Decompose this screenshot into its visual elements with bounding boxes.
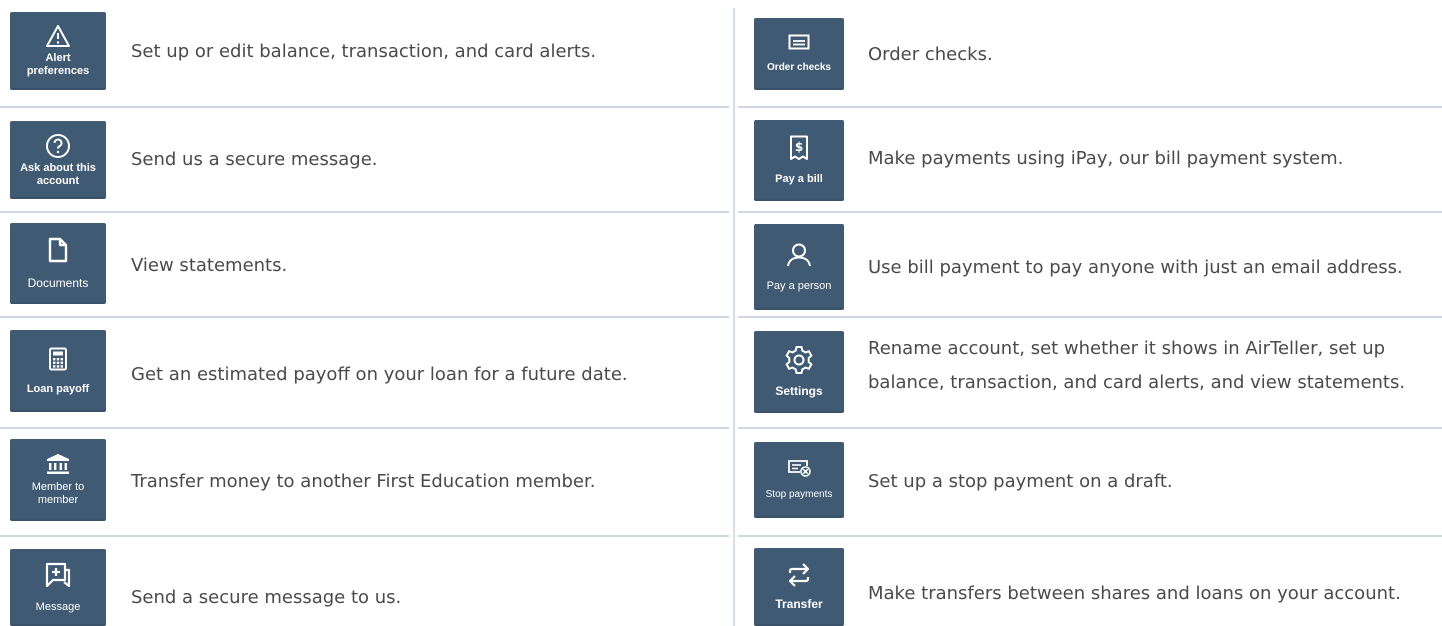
stop-payments-button[interactable]: Stop payments [754, 442, 844, 518]
order-checks-button[interactable]: Order checks [754, 18, 844, 90]
document-icon [47, 237, 69, 263]
action-description: Use bill payment to pay anyone with just… [868, 257, 1403, 278]
action-row-pay-a-person: Pay a person Use bill payment to pay any… [738, 213, 1442, 316]
settings-button[interactable]: Settings [754, 331, 844, 413]
check-card-icon [788, 34, 810, 50]
action-description: Set up or edit balance, transaction, and… [131, 41, 597, 62]
action-row-settings: Settings Rename account, set whether it … [738, 318, 1442, 426]
action-row-loan-payoff: Loan payoff Get an estimated payoff on y… [0, 318, 729, 422]
action-row-member-to-member: Member to member Transfer money to anoth… [0, 429, 729, 535]
transfer-arrows-icon [786, 562, 812, 588]
gear-icon [784, 345, 814, 375]
message-add-icon [44, 561, 72, 589]
action-row-documents: Documents View statements. [0, 213, 729, 316]
action-row-ask-about-account: Ask about this account Send us a secure … [0, 108, 729, 211]
action-description: Make payments using iPay, our bill payme… [868, 148, 1344, 169]
action-description: Get an estimated payoff on your loan for… [131, 364, 628, 385]
alert-triangle-icon [45, 24, 71, 48]
tile-label: Stop payments [765, 489, 833, 501]
question-circle-icon [45, 133, 71, 159]
action-description: Send us a secure message. [131, 149, 378, 170]
tile-label: Ask about this account [20, 161, 96, 187]
stop-payment-icon [787, 459, 811, 478]
action-description: Send a secure message to us. [131, 587, 402, 608]
action-description: Make transfers between shares and loans … [868, 583, 1401, 604]
pay-a-bill-button[interactable]: $ Pay a bill [754, 120, 844, 201]
action-description: Order checks. [868, 44, 993, 65]
pay-a-person-button[interactable]: Pay a person [754, 224, 844, 310]
tile-label: Pay a bill [775, 173, 823, 186]
tile-label: Member to member [31, 481, 85, 506]
receipt-dollar-icon: $ [789, 135, 809, 161]
tile-label: Order checks [767, 62, 831, 74]
transfer-button[interactable]: Transfer [754, 548, 844, 626]
tile-label: Transfer [775, 597, 823, 612]
alert-preferences-button[interactable]: Alert preferences [10, 12, 106, 90]
action-row-order-checks: Order checks Order checks. [738, 0, 1442, 106]
action-description: Transfer money to another First Educatio… [131, 471, 596, 492]
tile-label: Pay a person [766, 279, 832, 292]
person-icon [786, 242, 812, 268]
tile-label: Settings [775, 384, 823, 399]
action-row-stop-payments: Stop payments Set up a stop payment on a… [738, 429, 1442, 535]
action-row-message: Message Send a secure message to us. [0, 537, 729, 626]
message-button[interactable]: Message [10, 549, 106, 626]
documents-button[interactable]: Documents [10, 223, 106, 304]
member-to-member-button[interactable]: Member to member [10, 439, 106, 521]
action-row-pay-a-bill: $ Pay a bill Make payments using iPay, o… [738, 108, 1442, 211]
action-description: View statements. [131, 255, 288, 276]
action-description: Set up a stop payment on a draft. [868, 471, 1173, 492]
tile-label: Loan payoff [26, 382, 90, 395]
calculator-icon [48, 347, 68, 371]
loan-payoff-button[interactable]: Loan payoff [10, 330, 106, 412]
tile-label: Alert preferences [26, 52, 90, 77]
bank-icon [46, 453, 70, 475]
ask-about-account-button[interactable]: Ask about this account [10, 121, 106, 199]
action-description: Rename account, set whether it shows in … [868, 338, 1406, 393]
tile-label: Message [35, 601, 81, 614]
action-row-transfer: Transfer Make transfers between shares a… [738, 537, 1442, 626]
tile-label: Documents [27, 275, 89, 290]
svg-text:$: $ [795, 140, 803, 154]
column-divider [733, 8, 735, 626]
action-row-alert-preferences: Alert preferences Set up or edit balance… [0, 0, 729, 106]
